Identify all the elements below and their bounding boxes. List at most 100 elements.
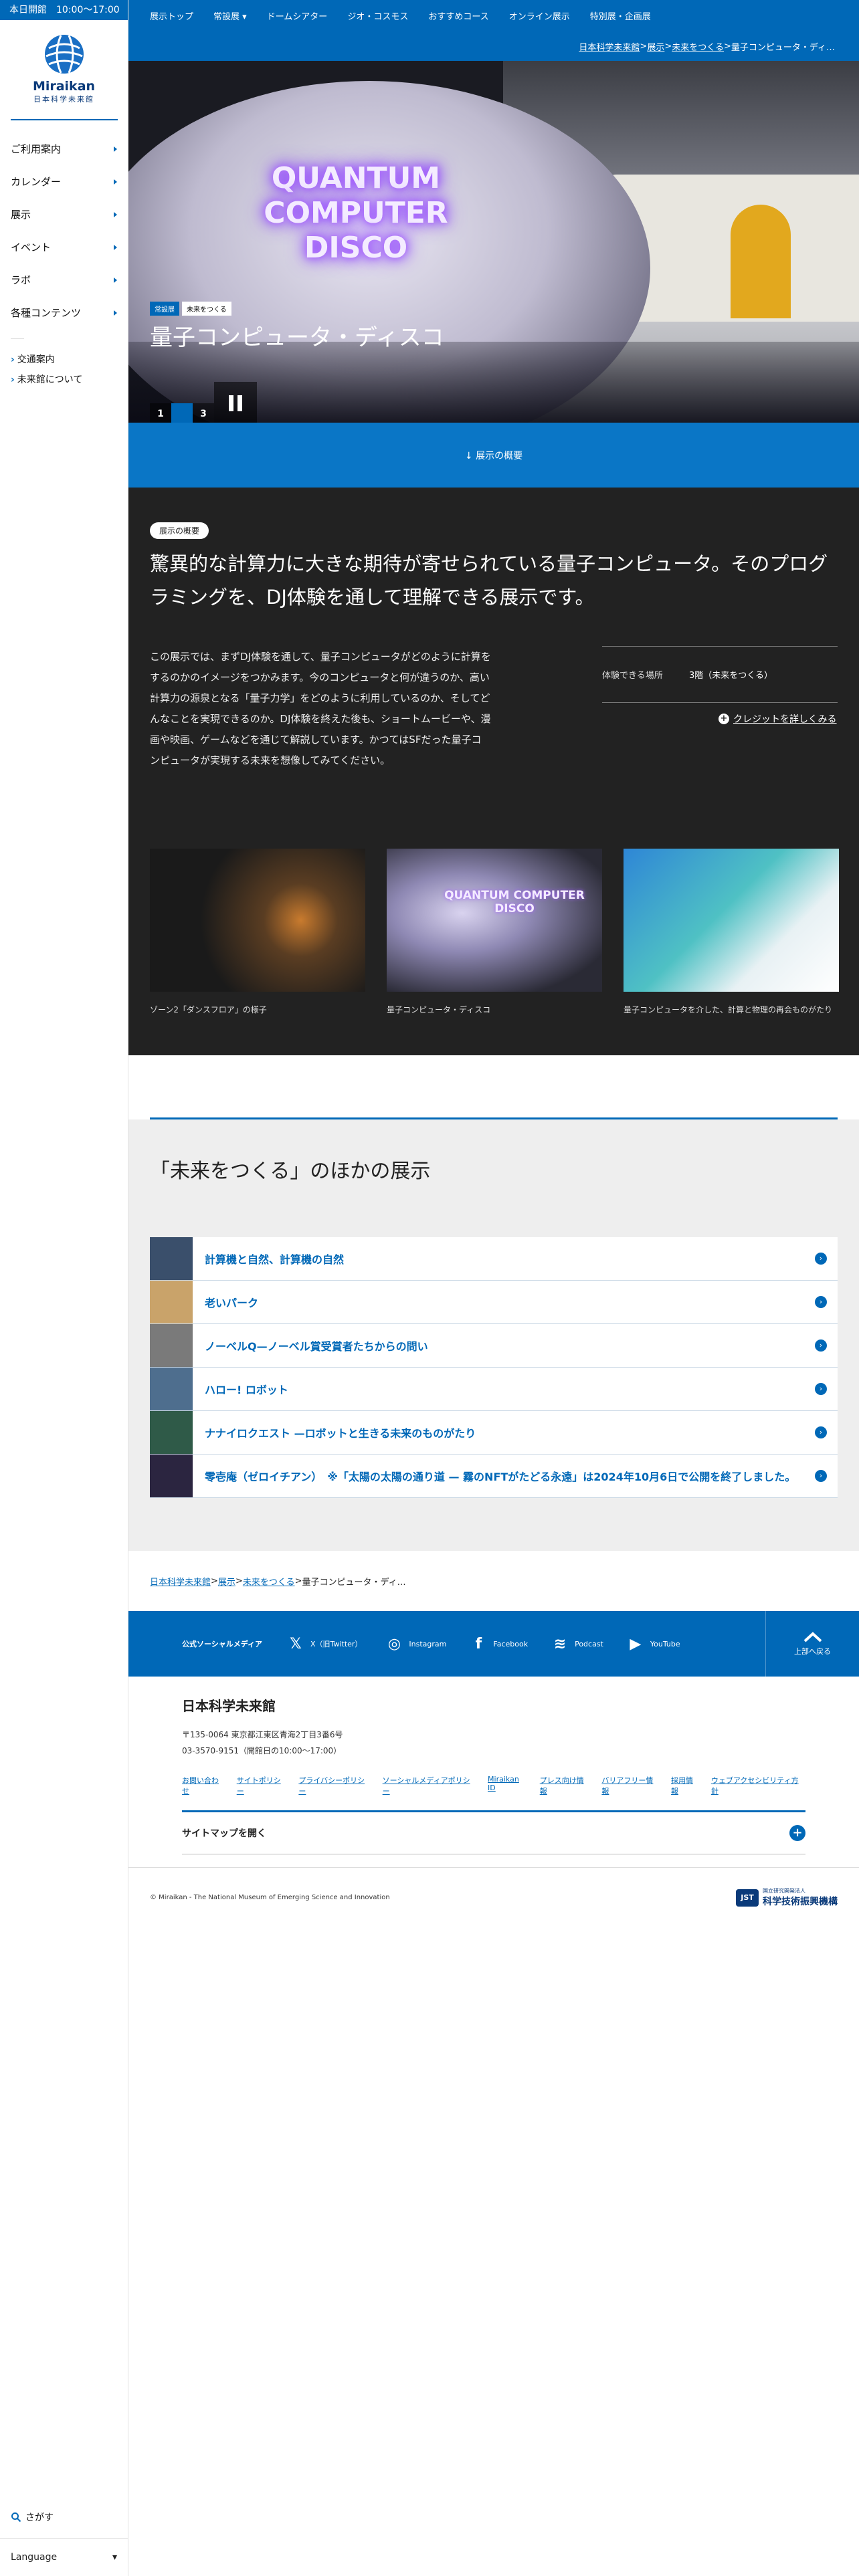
topnav-online[interactable]: オンライン展示 [509, 9, 570, 22]
footer-link[interactable]: バリアフリー情報 [601, 1775, 660, 1796]
social-link-instagram[interactable]: ◎ Instagram [385, 1634, 447, 1653]
topnav-permanent[interactable]: 常設展 ▾ [213, 9, 247, 22]
exhibit-list-item[interactable]: 計算機と自然、計算機の自然 › [150, 1237, 838, 1281]
topnav-geo-cosmos[interactable]: ジオ・コスモス [347, 9, 408, 22]
topnav-recommended[interactable]: おすすめコース [428, 9, 488, 22]
jst-subtitle: 国立研究開発法人 [763, 1888, 805, 1894]
social-link-x[interactable]: 𝕏 X（旧Twitter） [286, 1634, 362, 1653]
credit-label: クレジットを詳しくみる [733, 714, 837, 725]
spotify-icon: ≋ [553, 1635, 567, 1652]
sidebar-item-label: ご利用案内 [11, 143, 62, 155]
exhibit-list-item[interactable]: 零壱庵（ゼロイチアン） ※「太陽の太陽の通り道 — 霧のNFTがたどる永遠」は2… [150, 1455, 838, 1498]
topnav-dome-theater[interactable]: ドームシアター [267, 9, 328, 22]
hero-neon-sign: QUANTUM COMPUTER DISCO [264, 161, 448, 265]
sidebar-item-contents[interactable]: 各種コンテンツ [11, 296, 117, 329]
sidebar-item-label: 展示 [11, 209, 31, 221]
arrow-right-icon: › [815, 1383, 827, 1395]
overview-body: この展示では、まずDJ体験を通して、量子コンピュータがどのように計算をするのかの… [150, 651, 491, 766]
pause-button[interactable] [214, 382, 257, 423]
topnav-special[interactable]: 特別展・企画展 [590, 9, 651, 22]
section-spacer [128, 1055, 859, 1119]
exhibit-thumbnail [150, 1281, 193, 1323]
hero-tags: 常設展 未来をつくる [150, 302, 231, 316]
credit-link[interactable]: + クレジットを詳しくみる [719, 712, 837, 726]
page-title: 量子コンピュータ・ディスコ [150, 324, 444, 351]
overview-jump-button[interactable]: ↓ 展示の概要 [128, 423, 859, 488]
footer-link[interactable]: プレス向け情報 [540, 1775, 591, 1796]
breadcrumb-link[interactable]: 未来をつくる [243, 1575, 295, 1588]
social-link-podcast[interactable]: ≋ Podcast [551, 1634, 603, 1653]
sitemap-toggle[interactable]: サイトマップを開く + [182, 1810, 805, 1854]
other-exhibits-title: 「未来をつくる」のほかの展示 [150, 1160, 431, 1183]
pause-icon [229, 395, 233, 411]
gallery-item[interactable]: ゾーン2「ダンスフロア」の様子 [150, 849, 365, 1015]
sidebar-item-labs[interactable]: ラボ [11, 263, 117, 296]
footer-breadcrumb: 日本科学未来館 > 展示 > 未来をつくる > 量子コンピュータ・ディ… [128, 1551, 859, 1611]
footer-link[interactable]: サイトポリシー [237, 1775, 288, 1796]
exhibit-list-item[interactable]: 老いパーク › [150, 1281, 838, 1324]
sidebar-link-access[interactable]: 交通案内 [11, 350, 117, 370]
slide-dot-1[interactable]: 1 [150, 403, 171, 423]
hero-bg-arch [731, 205, 791, 318]
jst-name: 科学技術振興機構 [763, 1897, 838, 1907]
gallery-item[interactable]: QUANTUM COMPUTER DISCO 量子コンピュータ・ディスコ [387, 849, 602, 1015]
sidebar-item-guide[interactable]: ご利用案内 [11, 132, 117, 165]
location-label: 体験できる場所 [602, 671, 663, 681]
exhibit-label: 老いパーク [205, 1297, 259, 1309]
breadcrumb-link[interactable]: 展示 [218, 1575, 235, 1588]
language-select[interactable]: Language ▾ [0, 2538, 128, 2576]
arrow-right-icon: › [815, 1470, 827, 1482]
sidebar-item-calendar[interactable]: カレンダー [11, 165, 117, 198]
social-bar: 公式ソーシャルメディア 𝕏 X（旧Twitter） ◎ Instagram f Fac… [128, 1611, 859, 1677]
jst-logo[interactable]: JST 国立研究開発法人 科学技術振興機構 [736, 1887, 838, 1908]
sidebar-item-events[interactable]: イベント [11, 231, 117, 263]
breadcrumb-link[interactable]: 展示 [647, 40, 664, 53]
search-button[interactable]: さがす [11, 2510, 54, 2524]
arrow-right-icon: › [815, 1253, 827, 1265]
breadcrumb-link[interactable]: 未来をつくる [672, 40, 724, 53]
breadcrumb-link[interactable]: 日本科学未来館 [579, 40, 640, 53]
caret-right-icon [114, 179, 117, 185]
exhibit-list-item[interactable]: ナナイロクエスト —ロボットと生きる未来のものがたり › [150, 1411, 838, 1455]
gallery-caption: 量子コンピュータを介した、計算と物理の再会ものがたり [624, 1005, 833, 1014]
gallery: ゾーン2「ダンスフロア」の様子 QUANTUM COMPUTER DISCO 量… [150, 849, 839, 1015]
slide-dot-2[interactable]: 2 [171, 403, 193, 423]
miraikan-logo[interactable]: Miraikan 日本科学未来館 [24, 33, 104, 104]
sidebar-item-exhibits[interactable]: 展示 [11, 198, 117, 231]
gallery-caption: 量子コンピュータ・ディスコ [387, 1005, 491, 1014]
arrow-right-icon: › [815, 1426, 827, 1438]
breadcrumb-current: 量子コンピュータ・ディ… [302, 1577, 406, 1588]
breadcrumb-link[interactable]: 日本科学未来館 [150, 1575, 211, 1588]
caret-right-icon [114, 211, 117, 217]
footer-link[interactable]: お問い合わせ [182, 1775, 226, 1796]
footer-link[interactable]: プライバシーポリシー [298, 1775, 371, 1796]
footer-link[interactable]: ソーシャルメディアポリシー [383, 1775, 477, 1796]
footer-links: お問い合わせ サイトポリシー プライバシーポリシー ソーシャルメディアポリシー … [182, 1775, 805, 1796]
gallery-caption: ゾーン2「ダンスフロア」の様子 [150, 1005, 267, 1014]
facebook-icon: f [475, 1635, 482, 1652]
globe-logo-icon [44, 35, 84, 74]
footer-link[interactable]: ウェブアクセシビリティ方針 [711, 1775, 805, 1796]
sidebar-link-about[interactable]: 未来館について [11, 370, 117, 390]
exhibit-list-item[interactable]: ノーベルQ—ノーベル賞受賞者たちからの問い › [150, 1324, 838, 1368]
hero-slider: QUANTUM COMPUTER DISCO 常設展 未来をつくる 量子コンピュ… [128, 61, 859, 423]
social-link-youtube[interactable]: ▶ YouTube [626, 1634, 680, 1653]
language-label: Language [11, 2552, 58, 2563]
exhibit-list-item[interactable]: ハロー! ロボット › [150, 1368, 838, 1411]
back-to-top-button[interactable]: 上部へ戻る [765, 1611, 859, 1677]
sidebar-item-label: 各種コンテンツ [11, 307, 82, 319]
gallery-item[interactable]: 量子コンピュータを介した、計算と物理の再会ものがたり [624, 849, 839, 1015]
slide-dot-3[interactable]: 3 [193, 403, 214, 423]
footer-link[interactable]: 採用情報 [671, 1775, 700, 1796]
exhibit-thumbnail [150, 1237, 193, 1280]
caret-right-icon [114, 146, 117, 152]
sidebar-item-label: カレンダー [11, 176, 62, 188]
sidebar: 本日開館 10:00〜17:00 Miraikan 日本科学未来館 ご利用案内 … [0, 0, 128, 2576]
exhibit-thumbnail [150, 1411, 193, 1454]
social-label: YouTube [650, 1639, 680, 1648]
exhibit-label: ノーベルQ—ノーベル賞受賞者たちからの問い [205, 1340, 428, 1353]
caret-right-icon [114, 310, 117, 316]
social-link-facebook[interactable]: f Facebook [469, 1634, 528, 1653]
footer-link[interactable]: Miraikan ID [488, 1775, 529, 1796]
topnav-exhibits-top[interactable]: 展示トップ [150, 9, 193, 22]
